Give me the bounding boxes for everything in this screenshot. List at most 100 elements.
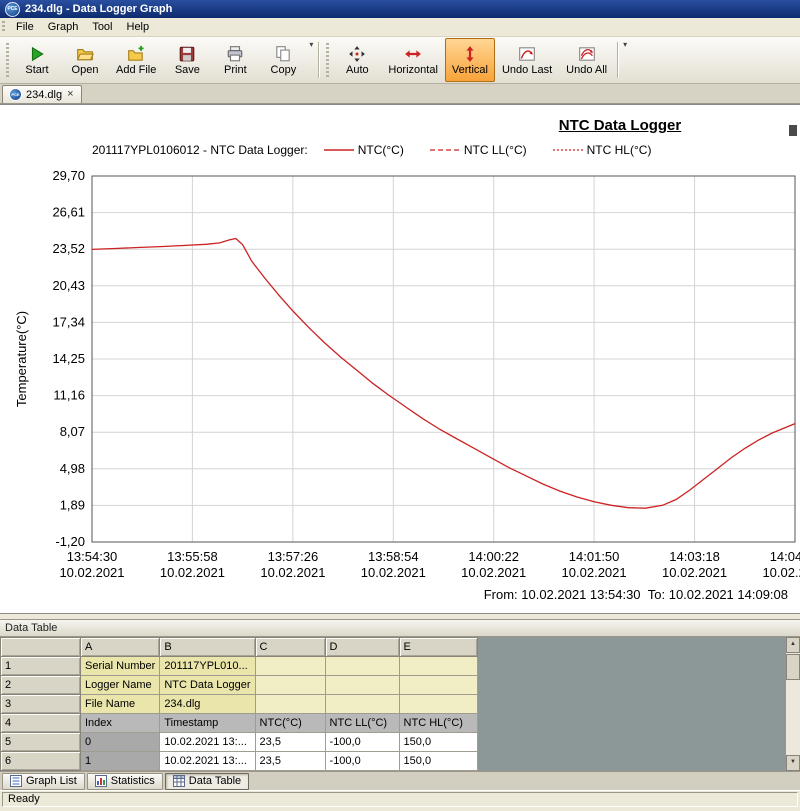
tab-statistics[interactable]: Statistics [87,773,163,790]
table-cell[interactable]: Logger Name [81,676,160,695]
toolbar-grip-handle[interactable] [6,43,9,77]
row-header-5[interactable]: 5 [1,733,81,752]
legend-item-ntc: NTC(°C) [324,143,404,157]
row-header-2[interactable]: 2 [1,676,81,695]
table-corner-cell[interactable] [1,638,81,657]
auto-button[interactable]: Auto [333,38,381,82]
menu-file[interactable]: File [9,19,41,35]
toolbar-overflow-chevron-icon[interactable]: ▾ [621,38,629,51]
table-cell[interactable] [255,676,325,695]
table-cell[interactable]: NTC LL(°C) [325,714,399,733]
col-header-a[interactable]: A [81,638,160,657]
svg-text:17,34: 17,34 [52,314,85,329]
data-table: A B C D E 1 Serial Number 201117YPL010..… [0,637,478,771]
table-cell[interactable]: -100,0 [325,752,399,771]
table-cell[interactable]: 150,0 [399,752,477,771]
col-header-d[interactable]: D [325,638,399,657]
table-cell[interactable]: 10.02.2021 13:... [160,752,255,771]
svg-text:10.02.2021: 10.02.2021 [59,565,124,580]
svg-text:11,16: 11,16 [53,388,85,403]
open-button[interactable]: Open [61,38,109,82]
row-header-6[interactable]: 6 [1,752,81,771]
menu-help[interactable]: Help [120,19,157,35]
legend-label-ntc-ll: NTC LL(°C) [464,143,527,157]
data-table-icon [173,775,185,787]
auto-label: Auto [346,64,369,76]
menu-graph[interactable]: Graph [41,19,86,35]
svg-text:29,70: 29,70 [52,168,85,183]
table-cell[interactable]: Index [81,714,160,733]
svg-text:13:58:54: 13:58:54 [368,549,419,564]
copy-label: Copy [271,64,297,76]
add-file-button[interactable]: Add File [109,38,163,82]
undo-all-label: Undo All [566,64,607,76]
table-cell[interactable] [255,695,325,714]
table-cell[interactable]: 234.dlg [160,695,255,714]
tab-234dlg[interactable]: PCE 234.dlg × [2,85,82,103]
toolbar-separator [318,42,319,78]
graph-list-icon [10,775,22,787]
vertical-label: Vertical [452,64,488,76]
table-cell[interactable]: NTC HL(°C) [399,714,477,733]
table-cell[interactable]: 201117YPL010... [160,657,255,676]
tab-close-icon[interactable]: × [66,89,74,100]
window-title: 234.dlg - Data Logger Graph [25,3,172,15]
tab-graph-list[interactable]: Graph List [2,773,85,790]
legend-item-ntc-hl: NTC HL(°C) [553,143,652,157]
data-table-area: A B C D E 1 Serial Number 201117YPL010..… [0,637,800,771]
chart-range-label: From: 10.02.2021 13:54:30 To: 10.02.2021… [484,587,788,602]
auto-arrows-icon [348,45,366,63]
table-row: 5 0 10.02.2021 13:... 23,5 -100,0 150,0 [1,733,478,752]
table-cell[interactable]: NTC(°C) [255,714,325,733]
col-header-e[interactable]: E [399,638,477,657]
scrollbar-thumb[interactable] [786,654,800,680]
solid-line-icon [324,146,354,154]
svg-text:14:04:46: 14:04:46 [770,549,800,564]
table-cell[interactable] [325,676,399,695]
table-cell[interactable]: 0 [81,733,160,752]
row-header-3[interactable]: 3 [1,695,81,714]
menu-grip-handle[interactable] [2,21,5,33]
table-cell[interactable]: 23,5 [255,752,325,771]
table-cell[interactable]: 1 [81,752,160,771]
table-cell[interactable]: NTC Data Logger [160,676,255,695]
table-cell[interactable] [399,695,477,714]
print-icon [226,45,244,63]
row-header-4[interactable]: 4 [1,714,81,733]
col-header-c[interactable]: C [255,638,325,657]
table-cell[interactable]: 150,0 [399,733,477,752]
table-cell[interactable]: Serial Number [81,657,160,676]
toolbar-grip-handle[interactable] [326,43,329,77]
row-header-1[interactable]: 1 [1,657,81,676]
undo-all-button[interactable]: Undo All [559,38,614,82]
tab-data-table[interactable]: Data Table [165,773,249,790]
vertical-button[interactable]: Vertical [445,38,495,82]
legend-series-label: 201117YPL0106012 - NTC Data Logger: [92,143,308,157]
table-cell[interactable] [325,657,399,676]
table-cell[interactable]: File Name [81,695,160,714]
chart-scrollbar-thumb[interactable] [789,125,797,136]
start-button[interactable]: Start [13,38,61,82]
scrollbar-track[interactable] [786,681,800,755]
table-cell[interactable]: 23,5 [255,733,325,752]
table-scrollbar[interactable]: ▲ ▼ [785,637,800,771]
svg-text:10.02.2021: 10.02.2021 [762,565,800,580]
scroll-down-icon[interactable]: ▼ [786,755,800,771]
copy-button[interactable]: Copy [259,38,307,82]
table-cell[interactable] [399,657,477,676]
table-cell[interactable] [255,657,325,676]
table-cell[interactable] [399,676,477,695]
table-cell[interactable]: Timestamp [160,714,255,733]
menu-tool[interactable]: Tool [85,19,119,35]
toolbar-overflow-chevron-icon[interactable]: ▾ [307,38,315,51]
horizontal-button[interactable]: Horizontal [381,38,445,82]
table-cell[interactable]: 10.02.2021 13:... [160,733,255,752]
table-cell[interactable]: -100,0 [325,733,399,752]
pce-logo-icon: PCE [5,2,20,17]
table-cell[interactable] [325,695,399,714]
print-button[interactable]: Print [211,38,259,82]
save-button[interactable]: Save [163,38,211,82]
col-header-b[interactable]: B [160,638,255,657]
scroll-up-icon[interactable]: ▲ [786,637,800,653]
undo-last-button[interactable]: Undo Last [495,38,559,82]
